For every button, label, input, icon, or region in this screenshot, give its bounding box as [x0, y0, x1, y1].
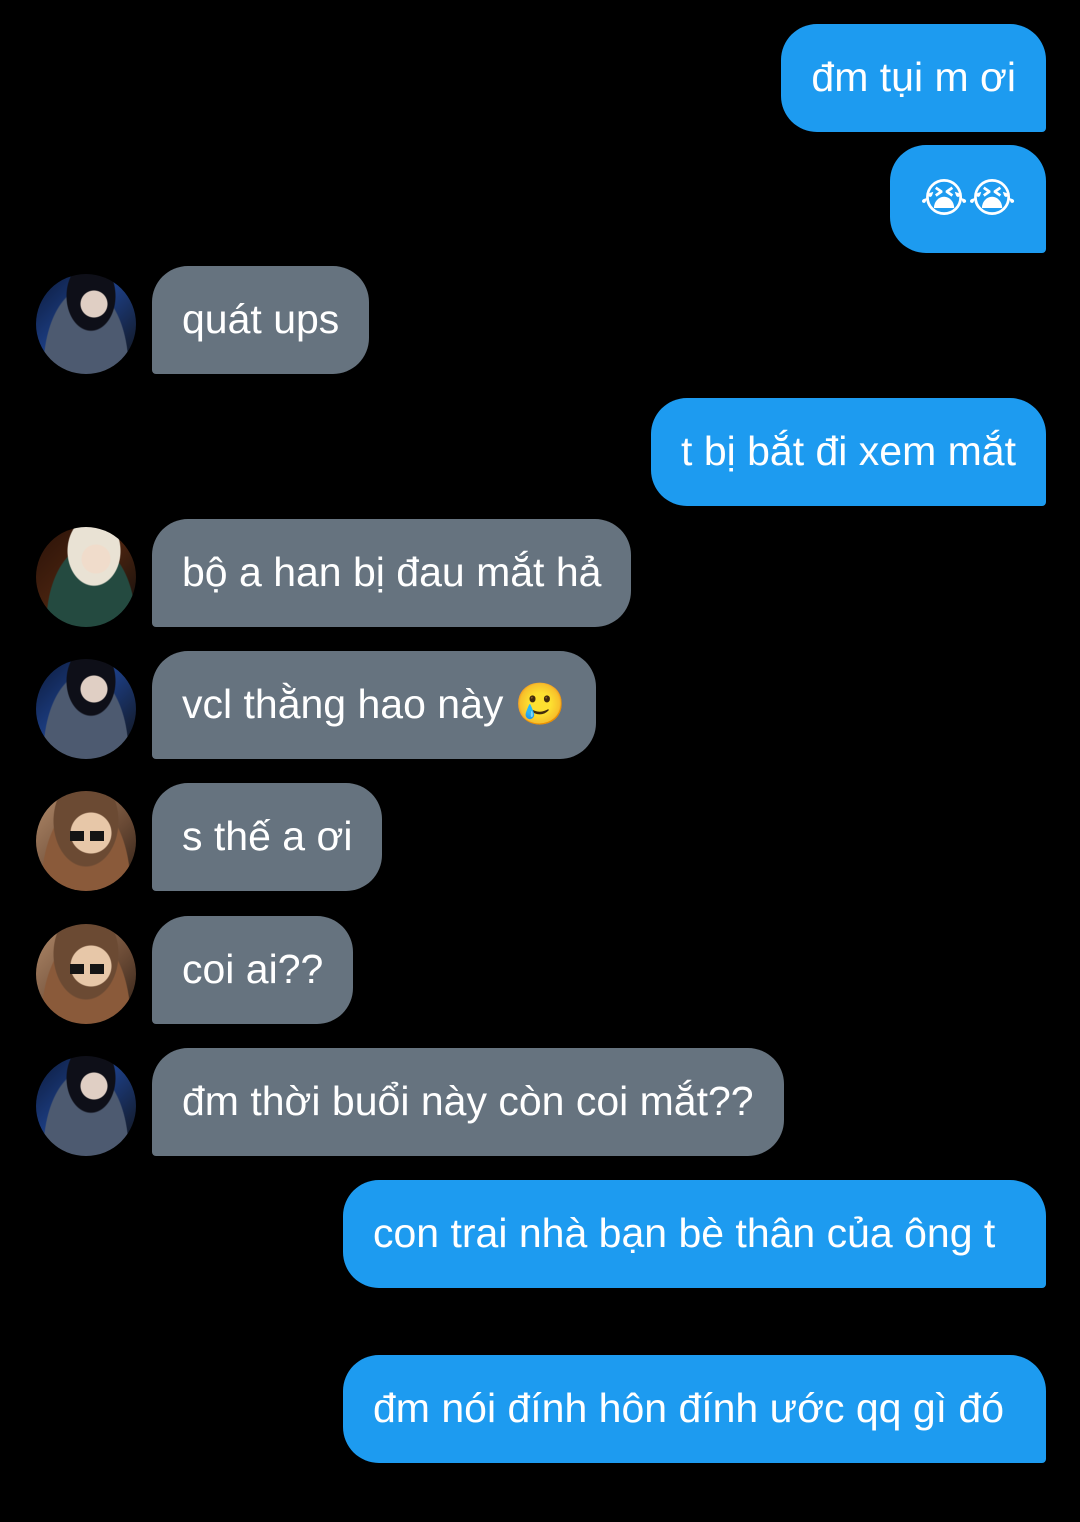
message-bubble-sent[interactable]: t bị bắt đi xem mắt	[651, 398, 1046, 506]
message-bubble-sent[interactable]: đm tụi m ơi	[781, 24, 1046, 132]
avatar[interactable]	[36, 274, 136, 374]
message-text: t bị bắt đi xem mắt	[681, 428, 1016, 474]
avatar[interactable]	[36, 791, 136, 891]
message-bubble-sent[interactable]: 😭😭	[890, 145, 1046, 253]
message-bubble-received[interactable]: đm thời buổi này còn coi mắt??	[152, 1048, 784, 1156]
message-text: coi ai??	[182, 946, 324, 992]
message-text: 😭😭	[920, 175, 1016, 221]
avatar[interactable]	[36, 659, 136, 759]
message-bubble-received[interactable]: quát ups	[152, 266, 370, 374]
message-bubble-received[interactable]: bộ a han bị đau mắt hả	[152, 519, 632, 627]
message-text: bộ a han bị đau mắt hả	[182, 549, 602, 595]
message-text: quát ups	[182, 296, 340, 342]
message-text: vcl thằng hao này 🥲	[182, 681, 566, 727]
message-bubble-sent[interactable]: con trai nhà bạn bè thân của ông t	[343, 1180, 1046, 1288]
message-bubble-sent[interactable]: đm nói đính hôn đính ước qq gì đó	[343, 1355, 1046, 1463]
message-text: đm thời buổi này còn coi mắt??	[182, 1078, 754, 1124]
message-bubble-received[interactable]: vcl thằng hao này 🥲	[152, 651, 596, 759]
avatar[interactable]	[36, 924, 136, 1024]
avatar[interactable]	[36, 1056, 136, 1156]
avatar[interactable]	[36, 527, 136, 627]
message-bubble-received[interactable]: s thế a ơi	[152, 783, 383, 891]
message-text: con trai nhà bạn bè thân của ông t	[373, 1210, 996, 1256]
message-text: đm tụi m ơi	[811, 54, 1016, 100]
message-text: đm nói đính hôn đính ước qq gì đó	[373, 1385, 1005, 1431]
message-bubble-received[interactable]: coi ai??	[152, 916, 354, 1024]
message-text: s thế a ơi	[182, 813, 353, 859]
